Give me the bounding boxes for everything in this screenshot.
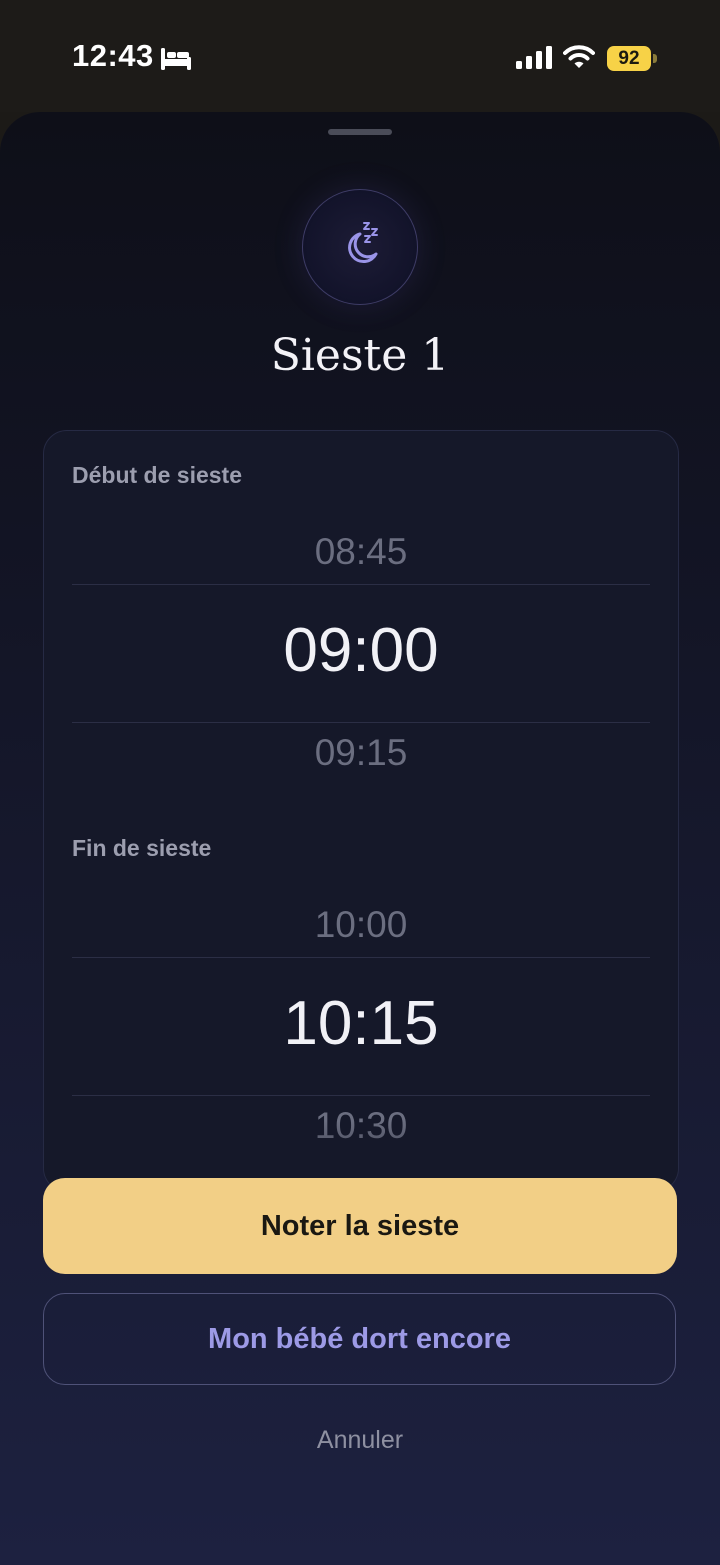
status-bar: 12:43 92	[0, 0, 720, 112]
battery-indicator: 92	[607, 46, 659, 72]
nap-sheet: Sieste 1 Début de sieste 08:45 09:00 09:…	[0, 112, 720, 1565]
start-divider-bottom	[72, 722, 650, 723]
sheet-title: Sieste 1	[270, 330, 450, 381]
battery-tip	[653, 54, 657, 63]
end-picker-next[interactable]: 10:30	[44, 1105, 678, 1147]
log-nap-button[interactable]: Noter la sieste	[43, 1178, 677, 1274]
end-picker-previous[interactable]: 10:00	[44, 904, 678, 946]
bed-icon	[161, 48, 191, 70]
end-divider-bottom	[72, 1095, 650, 1096]
sheet-grabber[interactable]	[328, 129, 392, 135]
moon-sleep-icon	[348, 222, 378, 264]
end-divider-top	[72, 957, 650, 958]
nap-icon-badge	[302, 189, 418, 305]
baby-still-sleeping-button[interactable]: Mon bébé dort encore	[43, 1293, 676, 1385]
cancel-link[interactable]: Annuler	[0, 1426, 720, 1455]
status-time: 12:43	[72, 38, 154, 73]
start-label: Début de sieste	[72, 462, 242, 488]
start-picker-previous[interactable]: 08:45	[44, 531, 678, 573]
cellular-signal-icon	[516, 46, 552, 69]
battery-level: 92	[607, 46, 651, 71]
end-label: Fin de sieste	[72, 835, 212, 861]
wifi-icon	[563, 45, 595, 68]
start-picker-next[interactable]: 09:15	[44, 732, 678, 774]
start-picker-selected[interactable]: 09:00	[44, 615, 678, 686]
start-divider-top	[72, 584, 650, 585]
end-picker-selected[interactable]: 10:15	[44, 988, 678, 1059]
time-picker-card: Début de sieste 08:45 09:00 09:15 Fin de…	[43, 430, 679, 1192]
